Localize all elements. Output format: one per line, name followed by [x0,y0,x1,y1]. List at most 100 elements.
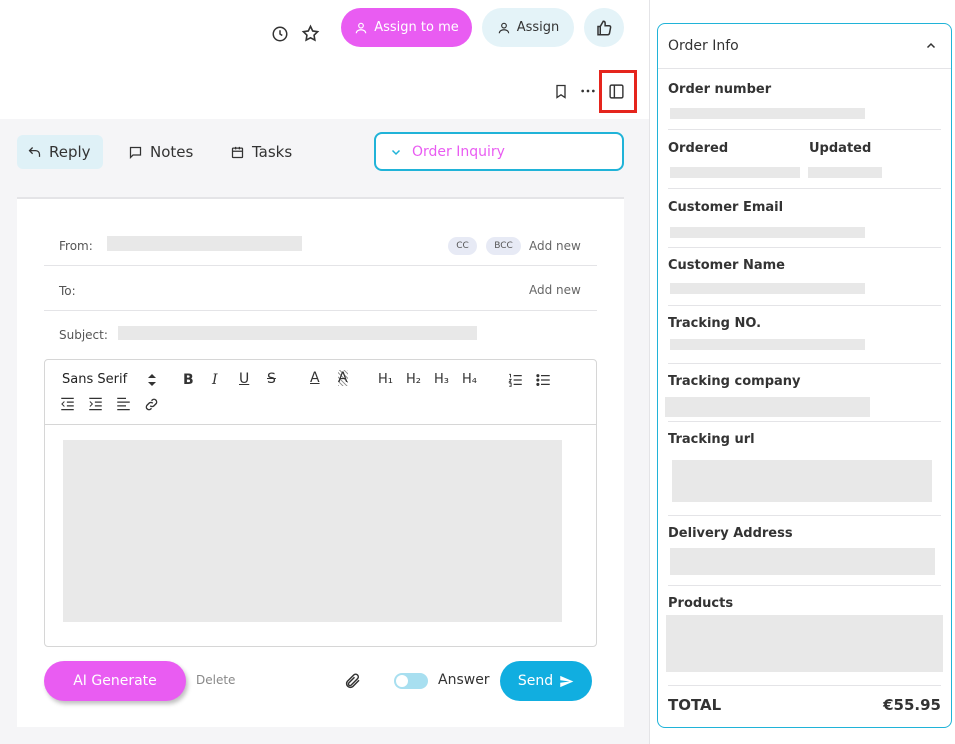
order-info-panel: Order Info Order number Ordered Updated … [657,23,952,728]
assign-label: Assign [516,20,560,35]
divider [668,421,941,422]
underline-icon[interactable]: U [239,371,249,387]
ordered-label: Ordered [668,141,729,156]
reply-icon [28,146,41,157]
products-label: Products [668,596,734,611]
add-new-to-link[interactable]: Add new [529,283,581,297]
bcc-button[interactable]: BCC [486,237,521,255]
tab-reply-label: Reply [49,143,91,161]
divider [44,265,597,266]
customer-email-label: Customer Email [668,200,784,215]
outdent-icon[interactable] [59,396,75,412]
highlight-box [599,70,637,113]
customer-name-label: Customer Name [668,258,785,273]
more-icon[interactable] [579,82,597,100]
divider [668,305,941,306]
products-list [666,615,943,672]
divider [668,685,941,686]
order-number-value [670,108,865,119]
toggle-knob [396,675,408,687]
tab-tasks-label: Tasks [252,143,293,161]
order-number-label: Order number [668,82,772,97]
tab-tasks[interactable]: Tasks [230,135,292,169]
tab-reply[interactable]: Reply [17,135,103,169]
ordered-value [670,167,800,178]
updated-label: Updated [809,141,872,156]
answer-toggle[interactable] [394,673,428,689]
clock-icon[interactable] [270,24,290,44]
heading-3-icon[interactable]: H₃ [434,372,449,387]
delivery-address-label: Delivery Address [668,526,793,541]
divider [668,515,941,516]
indent-icon[interactable] [87,396,103,412]
font-family-select[interactable]: Sans Serif [62,372,157,387]
divider [668,363,941,364]
subject-label: Subject: [59,328,108,342]
order-info-title: Order Info [668,38,739,54]
to-label: To: [59,284,76,298]
heading-4-icon[interactable]: H₄ [462,372,477,387]
from-label: From: [59,239,93,253]
assign-to-me-button[interactable]: Assign to me [341,8,472,47]
strikethrough-icon[interactable]: S [267,371,276,387]
user-icon [498,22,509,33]
panel-divider [649,0,650,744]
total-label: TOTAL [668,696,722,714]
assign-button[interactable]: Assign [482,8,574,47]
bullet-list-icon[interactable] [535,372,551,388]
add-new-from-link[interactable]: Add new [529,239,581,253]
text-color-icon[interactable]: A [310,370,320,386]
send-icon [560,675,574,687]
chevron-down-icon [391,149,401,155]
user-icon [355,22,367,33]
assign-to-me-label: Assign to me [374,20,459,35]
calendar-icon [231,146,244,158]
link-icon[interactable] [143,396,159,412]
message-body-input[interactable] [63,440,562,622]
divider [668,188,941,189]
category-select[interactable]: Order Inquiry [374,132,624,171]
sort-arrows-icon [148,373,157,386]
divider [668,585,941,586]
bold-icon[interactable]: B [183,372,194,388]
customer-name-value [670,283,865,294]
thumbs-up-icon [597,19,612,35]
tab-notes[interactable]: Notes [128,135,193,169]
bookmark-icon[interactable] [552,82,570,100]
thumbs-up-button[interactable] [584,8,624,47]
ai-generate-button[interactable]: AI Generate [44,661,186,701]
divider [668,129,941,130]
divider [45,424,596,425]
chevron-up-icon[interactable] [924,39,938,53]
delivery-address-value [670,548,935,575]
from-field[interactable] [107,236,302,251]
highlight-color-icon[interactable]: A [338,370,348,386]
tracking-no-value [670,339,865,350]
divider [44,310,597,311]
tab-notes-label: Notes [150,143,194,161]
italic-icon[interactable]: I [212,372,218,388]
subject-field[interactable] [118,326,477,340]
tracking-url-value[interactable] [672,460,932,502]
tracking-no-label: Tracking NO. [668,316,762,331]
answer-label: Answer [438,672,490,688]
heading-1-icon[interactable]: H₁ [378,372,393,387]
send-label: Send [517,673,554,689]
order-info-header[interactable]: Order Info [658,24,951,69]
align-icon[interactable] [115,396,131,412]
divider [668,247,941,248]
cc-button[interactable]: CC [448,237,477,255]
paperclip-icon[interactable] [343,671,363,691]
heading-2-icon[interactable]: H₂ [406,372,421,387]
updated-value [808,167,882,178]
ticket-main-area: Assign to me Assign Reply Notes Tasks Or… [0,0,649,744]
tracking-company-label: Tracking company [668,374,801,389]
ordered-list-icon[interactable] [507,372,523,388]
delete-button[interactable]: Delete [196,673,235,687]
star-icon[interactable] [300,23,320,43]
send-button[interactable]: Send [500,661,592,701]
tracking-company-value [665,397,870,417]
total-value: €55.95 [883,696,941,714]
rich-text-editor: Sans Serif B I U S A A H₁ H₂ H₃ H₄ [44,359,597,647]
font-family-value: Sans Serif [62,372,128,387]
